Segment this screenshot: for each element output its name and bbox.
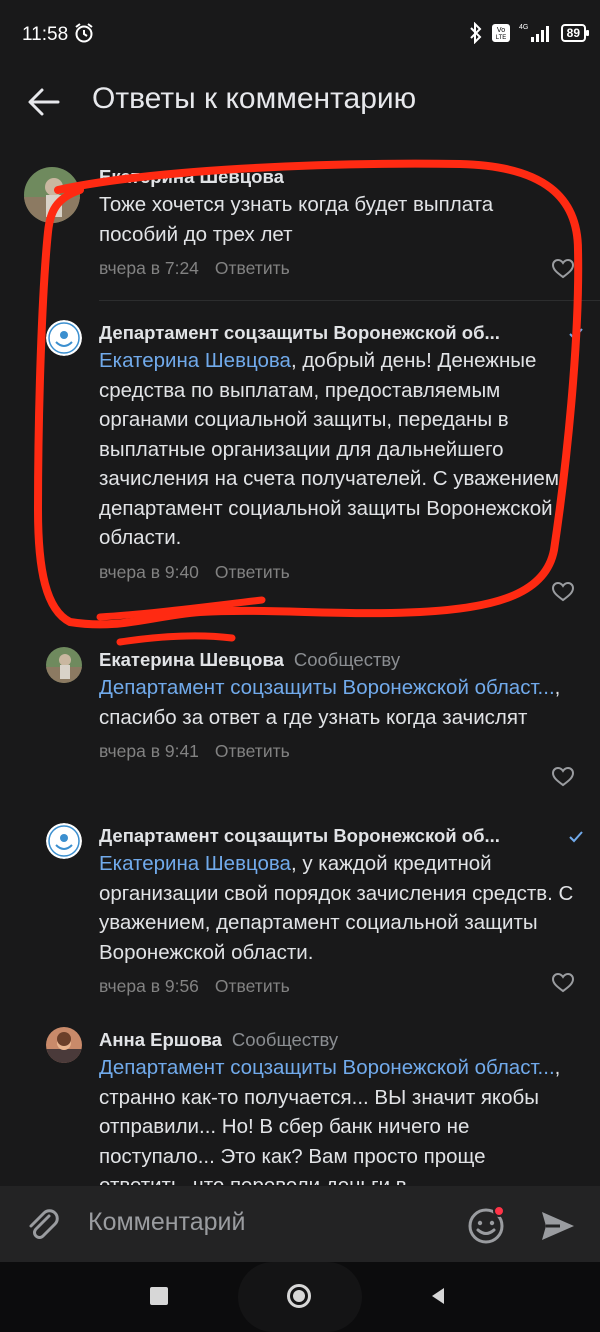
signal-icon: 4G — [519, 24, 549, 42]
page-title: Ответы к комментарию — [92, 82, 417, 115]
avatar[interactable] — [24, 167, 80, 223]
mention-link[interactable]: Департамент соцзащиты Воронежской област… — [99, 1056, 555, 1079]
reply-target: Сообществу — [231, 1029, 339, 1050]
avatar[interactable] — [46, 823, 82, 859]
comment-item: Департамент соцзащиты Воронежской об... … — [0, 320, 600, 620]
comment-author[interactable]: Екатерина Шевцова — [99, 164, 576, 190]
comment-meta: вчера в 7:24 Ответить — [99, 255, 576, 281]
back-triangle-icon[interactable] — [428, 1286, 448, 1306]
alarm-icon — [75, 23, 93, 43]
comment-item: Екатерина Шевцова Сообществу Департамент … — [0, 647, 600, 797]
svg-text:Vo: Vo — [497, 27, 505, 34]
battery-indicator: 89 — [560, 24, 590, 42]
volte-icon: Vo LTE — [491, 24, 510, 42]
home-circle-icon[interactable] — [286, 1283, 312, 1309]
comment-time: вчера в 7:24 — [99, 258, 199, 278]
recent-apps-button[interactable] — [150, 1287, 168, 1305]
comment-author[interactable]: Департамент соцзащиты Воронежской об... — [99, 320, 576, 346]
comment-author[interactable]: Анна Ершова Сообществу — [99, 1027, 576, 1053]
comment-thread[interactable]: Екатерина Шевцова Тоже хочется узнать ко… — [0, 150, 600, 1185]
like-heart-icon[interactable] — [552, 973, 574, 993]
comment-time: вчера в 9:41 — [99, 741, 199, 761]
app-header: Ответы к комментарию — [0, 70, 600, 134]
comment-time: вчера в 9:40 — [99, 561, 199, 582]
avatar[interactable] — [46, 320, 82, 356]
clock: 11:58 — [22, 24, 69, 45]
paperclip-icon[interactable] — [22, 1204, 62, 1244]
reply-target: Сообществу — [293, 649, 401, 670]
reply-button[interactable]: Ответить — [215, 562, 290, 582]
like-heart-icon[interactable] — [552, 259, 574, 279]
svg-text:LTE: LTE — [495, 35, 506, 41]
comment-item: Екатерина Шевцова Тоже хочется узнать ко… — [0, 164, 600, 294]
send-icon[interactable] — [538, 1206, 578, 1246]
comment-item: Департамент соцзащиты Воронежской об... … — [0, 823, 600, 1003]
comment-text: Тоже хочется узнать когда будет выплата … — [99, 193, 494, 246]
comment-author[interactable]: Департамент соцзащиты Воронежской об... — [99, 823, 576, 849]
comment-text: Департамент соцзащиты Воронежской област… — [99, 1056, 561, 1185]
back-arrow-icon[interactable] — [24, 84, 64, 120]
avatar[interactable] — [46, 1027, 82, 1063]
status-bar: 11:58 Vo LTE 4G 89 — [0, 0, 600, 70]
comment-time: вчера в 9:56 — [99, 976, 199, 996]
comment-text: Екатерина Шевцова, добрый день! Денежные… — [99, 349, 565, 549]
mention-link[interactable]: Екатерина Шевцова — [99, 852, 291, 875]
comment-item: Анна Ершова Сообществу Департамент соцзащ… — [0, 1027, 600, 1185]
reply-button[interactable]: Ответить — [215, 741, 290, 761]
comment-meta: вчера в 9:40 Ответить — [99, 559, 576, 585]
comment-composer: Комментарий — [0, 1186, 600, 1262]
like-heart-icon[interactable] — [552, 767, 574, 787]
like-heart-icon[interactable] — [552, 582, 574, 602]
comment-meta: вчера в 9:56 Ответить — [99, 973, 576, 999]
bluetooth-icon — [469, 22, 482, 44]
divider — [99, 300, 600, 301]
avatar[interactable] — [46, 647, 82, 683]
mention-link[interactable]: Екатерина Шевцова — [99, 349, 291, 372]
reply-button[interactable]: Ответить — [215, 258, 290, 278]
comment-author[interactable]: Екатерина Шевцова Сообществу — [99, 647, 576, 673]
emoji-sticker-icon[interactable] — [466, 1204, 508, 1246]
comment-meta: вчера в 9:41 Ответить — [99, 738, 576, 764]
svg-text:4G: 4G — [519, 24, 528, 31]
system-navigation-bar — [0, 1262, 600, 1332]
comment-input[interactable]: Комментарий — [88, 1208, 245, 1237]
comment-text: Департамент соцзащиты Воронежской област… — [99, 676, 561, 729]
mention-link[interactable]: Департамент соцзащиты Воронежской област… — [99, 676, 555, 699]
comment-text: Екатерина Шевцова, у каждой кредитной ор… — [99, 852, 574, 964]
reply-button[interactable]: Ответить — [215, 976, 290, 996]
